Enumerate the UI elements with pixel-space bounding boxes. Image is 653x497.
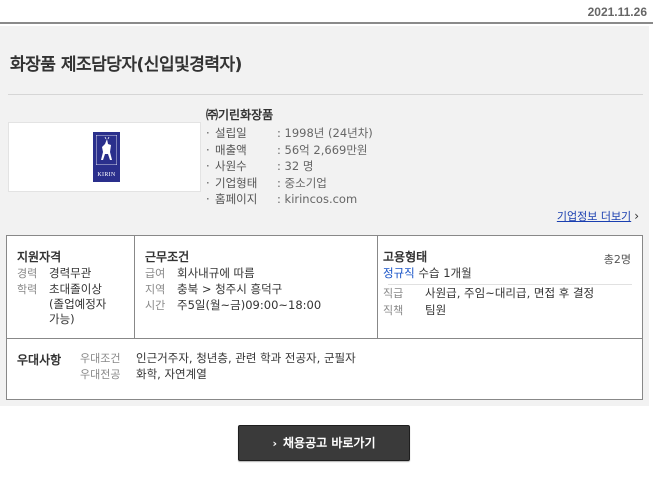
company-info-list: · 설립일: 1998년 (24년차) · 매출액: 56억 2,669만원 · 사원…: [206, 125, 373, 208]
info-employees: · 사원수: 32 명: [206, 159, 314, 173]
preference-condition-row: 우대조건 인근거주자, 청년층, 관련 학과 전공자, 군필자: [80, 351, 356, 365]
employment-type-row: 정규직 수습 1개월: [383, 266, 472, 280]
preference-heading: 우대사항: [17, 353, 62, 367]
logo-wordmark: KIRIN: [97, 172, 116, 178]
button-label: 채용공고 바로가기: [283, 436, 376, 450]
info-founded: · 설립일: 1998년 (24년차): [206, 126, 373, 140]
company-name: ㈜기린화장품: [206, 108, 274, 122]
rank-row: 직급 사원급, 주임~대리급, 면접 후 결정: [383, 286, 595, 300]
employment-section: 고용형태 총2명 정규직 수습 1개월 직급 사원급, 주임~대리급, 면접 후 …: [378, 236, 642, 338]
region-row: 지역 충북 > 청주시 흥덕구: [145, 282, 283, 296]
duty-row: 직책 팀원: [383, 303, 447, 317]
table-divider: [7, 338, 642, 339]
headcount: 총2명: [603, 253, 631, 266]
info-company-type: · 기업형태: 중소기업: [206, 175, 327, 190]
career-row: 경력 경력무관: [17, 266, 92, 280]
kirin-logo-icon: KIRIN: [93, 132, 120, 182]
conditions-section: 근무조건 급여 회사내규에 따름 지역 충북 > 청주시 흥덕구 시간 주5일(월~금…: [135, 236, 378, 338]
company-info-more-link[interactable]: 기업정보 더보기 ›: [557, 208, 639, 224]
employment-heading: 고용형태: [383, 250, 428, 264]
chevron-right-icon: ›: [272, 437, 278, 450]
education-row: 학력 초대졸이상 (졸업예정자 가능): [17, 282, 107, 326]
view-job-posting-button[interactable]: › 채용공고 바로가기: [238, 425, 410, 461]
hours-row: 시간 주5일(월~금)09:00~18:00: [145, 298, 322, 312]
top-bar: 2021.11.26: [0, 0, 653, 24]
job-title: 화장품 제조담당자(신입및경력자): [10, 55, 242, 75]
salary-row: 급여 회사내규에 따름: [145, 266, 255, 280]
company-logo: KIRIN: [8, 122, 201, 192]
conditions-heading: 근무조건: [145, 250, 190, 264]
qualification-section: 지원자격 경력 경력무관 학력 초대졸이상 (졸업예정자 가능): [7, 236, 135, 338]
info-revenue: · 매출액: 56억 2,669만원: [206, 142, 368, 157]
qualification-heading: 지원자격: [17, 250, 62, 264]
job-posting-card: 화장품 제조담당자(신입및경력자) KIRIN ㈜기린화장품 · 설립일: 199…: [0, 26, 649, 406]
posting-date: 2021.11.26: [587, 5, 647, 19]
info-homepage: · 홈페이지: kirincos.com: [206, 192, 358, 206]
chevron-right-icon: ›: [634, 209, 639, 223]
preference-major-row: 우대전공 화학, 자연계열: [80, 367, 207, 381]
employment-divider: [388, 284, 632, 285]
title-divider: [8, 94, 643, 95]
job-summary-table: 지원자격 경력 경력무관 학력 초대졸이상 (졸업예정자 가능) 근무조건 급여 회사내규…: [6, 235, 643, 400]
